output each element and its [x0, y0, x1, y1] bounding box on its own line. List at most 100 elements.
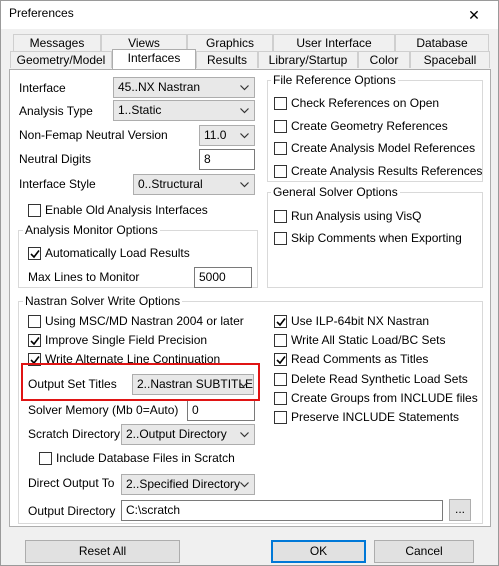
- output-directory-label: Output Directory: [28, 504, 116, 518]
- cancel-button[interactable]: Cancel: [374, 540, 474, 563]
- solver-memory-label: Solver Memory (Mb 0=Auto): [28, 403, 179, 417]
- checkbox-box: [274, 391, 287, 405]
- interface-label: Interface: [19, 81, 66, 95]
- run-visq-checkbox[interactable]: Run Analysis using VisQ: [274, 209, 422, 223]
- single-field-precision-checkbox[interactable]: Improve Single Field Precision: [28, 333, 207, 347]
- chevron-down-icon: [240, 182, 249, 188]
- interface-style-value: 0..Structural: [138, 177, 203, 191]
- file-reference-title: File Reference Options: [271, 73, 398, 87]
- tab-results[interactable]: Results: [196, 51, 258, 68]
- tab-database[interactable]: Database: [395, 34, 489, 51]
- run-visq-label: Run Analysis using VisQ: [291, 209, 422, 223]
- preserve-include-label: Preserve INCLUDE Statements: [291, 410, 460, 424]
- alternate-line-continuation-label: Write Alternate Line Continuation: [45, 352, 221, 366]
- tab-color[interactable]: Color: [358, 51, 410, 68]
- neutral-version-select[interactable]: 11.0: [199, 125, 255, 146]
- include-database-files-label: Include Database Files in Scratch: [56, 451, 235, 465]
- browse-label: ...: [454, 502, 465, 516]
- nastran-write-title: Nastran Solver Write Options: [23, 294, 183, 308]
- close-button[interactable]: ✕: [451, 1, 497, 29]
- output-set-titles-label: Output Set Titles: [28, 377, 117, 391]
- create-geometry-references-label: Create Geometry References: [291, 119, 448, 133]
- msc-nastran-2004-label: Using MSC/MD Nastran 2004 or later: [45, 314, 244, 328]
- neutral-version-value: 11.0: [204, 128, 227, 142]
- skip-comments-checkbox[interactable]: Skip Comments when Exporting: [274, 231, 462, 245]
- browse-button[interactable]: ...: [449, 499, 471, 521]
- groups-from-include-label: Create Groups from INCLUDE files: [291, 391, 478, 405]
- checkbox-box: [274, 96, 287, 110]
- direct-output-label: Direct Output To: [28, 476, 115, 490]
- window-title: Preferences: [9, 6, 74, 20]
- tab-spaceball[interactable]: Spaceball: [410, 51, 490, 68]
- ilp-64bit-label: Use ILP-64bit NX Nastran: [291, 314, 430, 328]
- general-solver-title: General Solver Options: [271, 185, 400, 199]
- solver-memory-input[interactable]: 0: [187, 400, 255, 421]
- checkbox-box: [274, 372, 287, 386]
- direct-output-select[interactable]: 2..Specified Directory: [121, 474, 255, 495]
- ok-label: OK: [309, 544, 328, 558]
- checkbox-box: [274, 231, 287, 245]
- output-directory-input[interactable]: C:\scratch: [121, 500, 443, 521]
- checkbox-box: [28, 333, 41, 347]
- tab-geometry-model[interactable]: Geometry/Model: [10, 51, 112, 68]
- checkbox-box: [274, 141, 287, 155]
- scratch-directory-label: Scratch Directory: [28, 427, 121, 441]
- close-icon: ✕: [468, 6, 480, 23]
- preferences-window: Preferences ✕ Messages Views Graphics Us…: [0, 0, 499, 566]
- interface-style-select[interactable]: 0..Structural: [133, 174, 255, 195]
- neutral-digits-input[interactable]: 8: [199, 149, 255, 170]
- delete-synthetic-loads-label: Delete Read Synthetic Load Sets: [291, 372, 468, 386]
- delete-synthetic-loads-checkbox[interactable]: Delete Read Synthetic Load Sets: [274, 372, 468, 386]
- analysis-monitor-title: Analysis Monitor Options: [23, 223, 160, 237]
- chevron-down-icon: [239, 382, 248, 388]
- title-bar: Preferences ✕: [1, 1, 498, 29]
- interface-value: 45..NX Nastran: [118, 80, 201, 94]
- analysis-type-label: Analysis Type: [19, 104, 93, 118]
- auto-load-results-checkbox[interactable]: Automatically Load Results: [28, 246, 190, 260]
- create-results-references-label: Create Analysis Results References: [291, 164, 483, 178]
- tab-interfaces[interactable]: Interfaces: [112, 49, 196, 69]
- tab-messages[interactable]: Messages: [13, 34, 101, 51]
- create-geometry-references-checkbox[interactable]: Create Geometry References: [274, 119, 448, 133]
- scratch-directory-value: 2..Output Directory: [126, 427, 227, 441]
- enable-old-interfaces-checkbox[interactable]: Enable Old Analysis Interfaces: [28, 203, 208, 217]
- chevron-down-icon: [240, 108, 249, 114]
- create-model-references-checkbox[interactable]: Create Analysis Model References: [274, 141, 475, 155]
- preserve-include-checkbox[interactable]: Preserve INCLUDE Statements: [274, 410, 459, 424]
- checkmark-icon: [30, 355, 40, 364]
- checkbox-box: [28, 246, 41, 260]
- alternate-line-continuation-checkbox[interactable]: Write Alternate Line Continuation: [28, 352, 220, 366]
- skip-comments-label: Skip Comments when Exporting: [291, 231, 462, 245]
- checkbox-box: [39, 451, 52, 465]
- output-set-titles-select[interactable]: 2..Nastran SUBTITLE: [132, 374, 254, 395]
- msc-nastran-2004-checkbox[interactable]: Using MSC/MD Nastran 2004 or later: [28, 314, 244, 328]
- solver-memory-value: 0: [192, 403, 199, 417]
- neutral-digits-value: 8: [204, 152, 211, 166]
- checkbox-box: [274, 410, 287, 424]
- reset-all-button[interactable]: Reset All: [25, 540, 180, 563]
- enable-old-interfaces-label: Enable Old Analysis Interfaces: [45, 203, 208, 217]
- write-static-load-bc-checkbox[interactable]: Write All Static Load/BC Sets: [274, 333, 446, 347]
- tab-graphics[interactable]: Graphics: [187, 34, 273, 51]
- ok-button[interactable]: OK: [271, 540, 366, 563]
- groups-from-include-checkbox[interactable]: Create Groups from INCLUDE files: [274, 391, 478, 405]
- analysis-type-select[interactable]: 1..Static: [113, 100, 255, 121]
- read-comments-titles-checkbox[interactable]: Read Comments as Titles: [274, 352, 428, 366]
- ilp-64bit-checkbox[interactable]: Use ILP-64bit NX Nastran: [274, 314, 429, 328]
- checkbox-box: [274, 119, 287, 133]
- direct-output-value: 2..Specified Directory: [126, 477, 241, 491]
- chevron-down-icon: [240, 85, 249, 91]
- interface-select[interactable]: 45..NX Nastran: [113, 77, 255, 98]
- checkbox-box: [28, 352, 41, 366]
- create-results-references-checkbox[interactable]: Create Analysis Results References: [274, 164, 482, 178]
- scratch-directory-select[interactable]: 2..Output Directory: [121, 424, 255, 445]
- max-lines-input[interactable]: 5000: [194, 267, 252, 288]
- tab-library-startup[interactable]: Library/Startup: [258, 51, 358, 68]
- check-references-checkbox[interactable]: Check References on Open: [274, 96, 439, 110]
- checkbox-box: [274, 164, 287, 178]
- tab-user-interface[interactable]: User Interface: [273, 34, 395, 51]
- single-field-precision-label: Improve Single Field Precision: [45, 333, 208, 347]
- include-database-files-checkbox[interactable]: Include Database Files in Scratch: [39, 451, 235, 465]
- checkbox-box: [28, 314, 41, 328]
- write-static-load-bc-label: Write All Static Load/BC Sets: [291, 333, 446, 347]
